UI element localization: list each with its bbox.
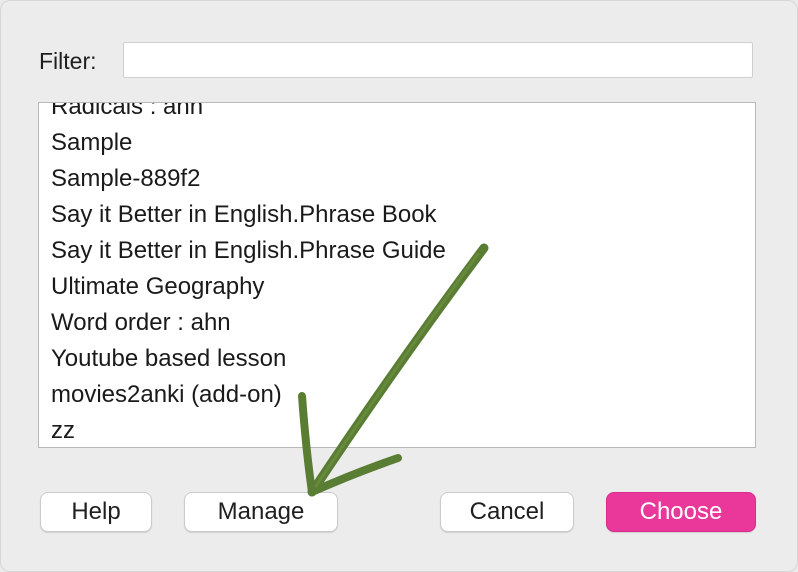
list-item[interactable]: Ultimate Geography [39,269,755,305]
list-item[interactable]: Sample [39,125,755,161]
choose-button[interactable]: Choose [606,492,756,532]
filter-label: Filter: [39,48,97,74]
list-item[interactable]: Sample-889f2 [39,161,755,197]
deck-list-items: Radicals : ahn Sample Sample-889f2 Say i… [39,103,755,447]
list-item[interactable]: Radicals : ahn [39,103,755,125]
help-button[interactable]: Help [40,492,152,532]
filter-input[interactable] [123,42,753,78]
cancel-button[interactable]: Cancel [440,492,574,532]
list-item[interactable]: Say it Better in English.Phrase Book [39,197,755,233]
list-item[interactable]: zz [39,413,755,447]
deck-list[interactable]: Radicals : ahn Sample Sample-889f2 Say i… [38,102,756,448]
list-item[interactable]: movies2anki (add-on) [39,377,755,413]
list-item[interactable]: Say it Better in English.Phrase Guide [39,233,755,269]
choose-deck-dialog: Filter: Radicals : ahn Sample Sample-889… [0,0,798,572]
list-item[interactable]: Youtube based lesson [39,341,755,377]
manage-button[interactable]: Manage [184,492,338,532]
list-item[interactable]: Word order : ahn [39,305,755,341]
